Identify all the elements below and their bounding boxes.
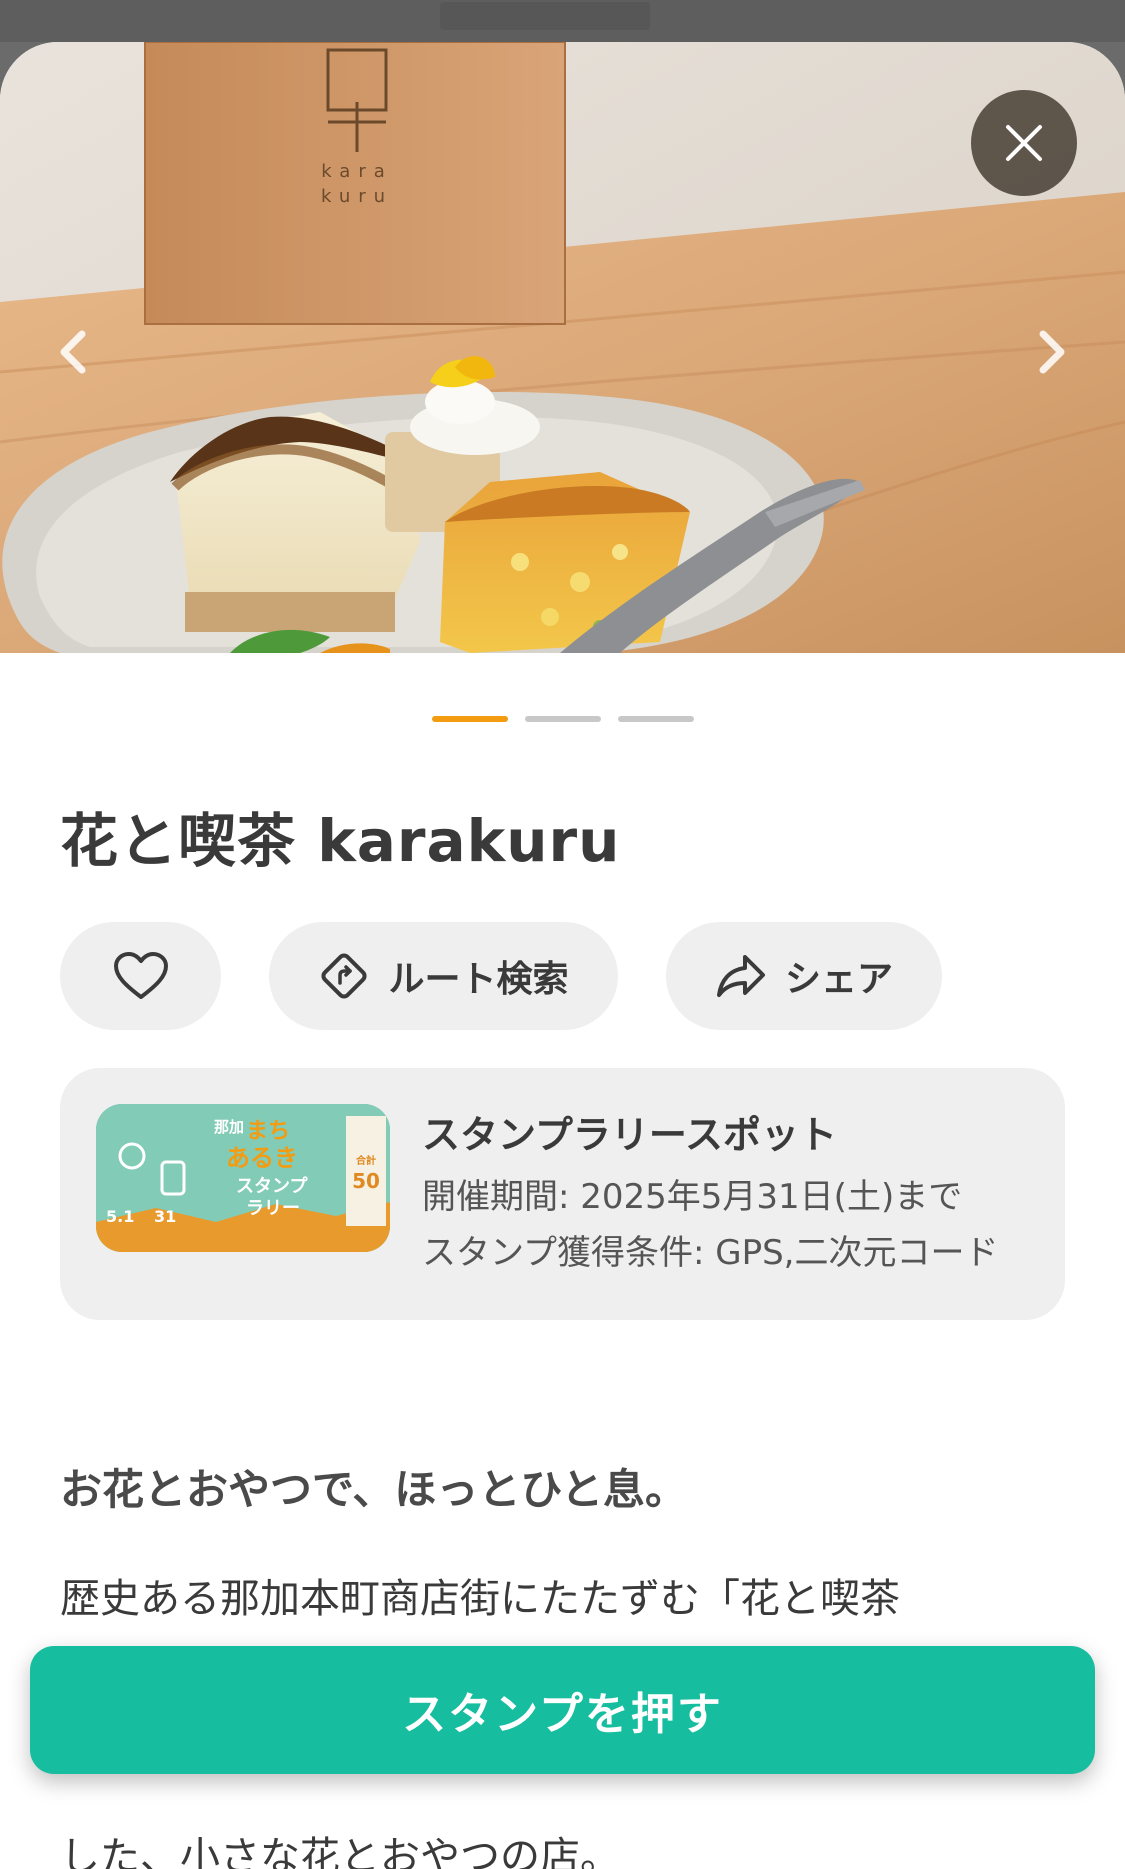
thumb-dates-start: 5.1 bbox=[106, 1207, 134, 1226]
favorite-button[interactable] bbox=[60, 922, 221, 1030]
carousel-indicator bbox=[432, 716, 694, 722]
route-search-button[interactable]: ルート検索 bbox=[269, 922, 618, 1030]
sign-text-kuru: kuru bbox=[321, 186, 393, 207]
route-sign-icon bbox=[321, 953, 368, 999]
hero-photo: kara kuru bbox=[0, 42, 1125, 653]
press-stamp-label: スタンプを押す bbox=[402, 1689, 723, 1740]
thumb-line4: スタンプ bbox=[236, 1175, 308, 1197]
thumb-count-label: 合計 bbox=[355, 1154, 376, 1167]
shop-title: 花と喫茶 karakuru bbox=[60, 807, 621, 875]
carousel-next-button[interactable] bbox=[1027, 322, 1077, 382]
share-label: シェア bbox=[784, 959, 893, 1000]
heart-icon bbox=[113, 952, 168, 999]
stamp-rally-conditions: スタンプ獲得条件: GPS,二次元コード bbox=[422, 1233, 999, 1273]
carousel-dot-2[interactable] bbox=[525, 716, 601, 722]
stamp-rally-info: スタンプラリースポット 開催期間: 2025年5月31日(土)まで スタンプ獲得… bbox=[422, 1104, 1045, 1281]
thumb-line1: 那加 bbox=[214, 1118, 244, 1136]
stamp-rally-thumbnail: 合計 50 那加 まち あるき スタンプ ラリー 5.1 31 bbox=[96, 1104, 390, 1252]
stamp-rally-banner-image: 合計 50 那加 まち あるき スタンプ ラリー 5.1 31 bbox=[96, 1104, 390, 1252]
chevron-left-icon bbox=[60, 330, 86, 374]
close-button[interactable] bbox=[971, 90, 1077, 196]
thumb-line3: あるき bbox=[226, 1144, 298, 1172]
sign-text-kara: kara bbox=[321, 161, 393, 182]
description-lead: お花とおやつで、ほっとひと息。 bbox=[60, 1465, 688, 1514]
carousel-dot-3[interactable] bbox=[618, 716, 694, 722]
stamp-rally-period: 開催期間: 2025年5月31日(土)まで bbox=[422, 1177, 963, 1217]
chevron-right-icon bbox=[1039, 330, 1065, 374]
stamp-rally-card[interactable]: 合計 50 那加 まち あるき スタンプ ラリー 5.1 31 スタンプラリース… bbox=[60, 1068, 1065, 1320]
thumb-line2: まち bbox=[246, 1119, 290, 1144]
spot-detail-sheet: kara kuru 花と喫茶 karakuru ルート検索 シェア 合計 50 … bbox=[0, 42, 1125, 1869]
description-tail: した、小さな花とおやつの店。 bbox=[60, 1834, 620, 1869]
photo-carousel[interactable]: kara kuru bbox=[0, 42, 1125, 653]
thumb-dates-end: 31 bbox=[154, 1207, 176, 1226]
thumb-count: 50 bbox=[352, 1169, 380, 1193]
route-search-label: ルート検索 bbox=[388, 959, 569, 1000]
description-paragraph: 歴史ある那加本町商店街にたたずむ「花と喫茶 bbox=[60, 1576, 900, 1622]
share-button[interactable]: シェア bbox=[666, 922, 942, 1030]
thumb-line5: ラリー bbox=[246, 1198, 300, 1219]
status-bar bbox=[0, 0, 1125, 42]
share-icon bbox=[716, 955, 765, 997]
press-stamp-button[interactable]: スタンプを押す bbox=[30, 1646, 1095, 1774]
stamp-rally-title: スタンプラリースポット bbox=[422, 1113, 837, 1157]
carousel-prev-button[interactable] bbox=[48, 322, 98, 382]
carousel-dot-1[interactable] bbox=[432, 716, 508, 722]
status-bar-text bbox=[440, 2, 650, 30]
close-icon bbox=[1006, 125, 1042, 161]
